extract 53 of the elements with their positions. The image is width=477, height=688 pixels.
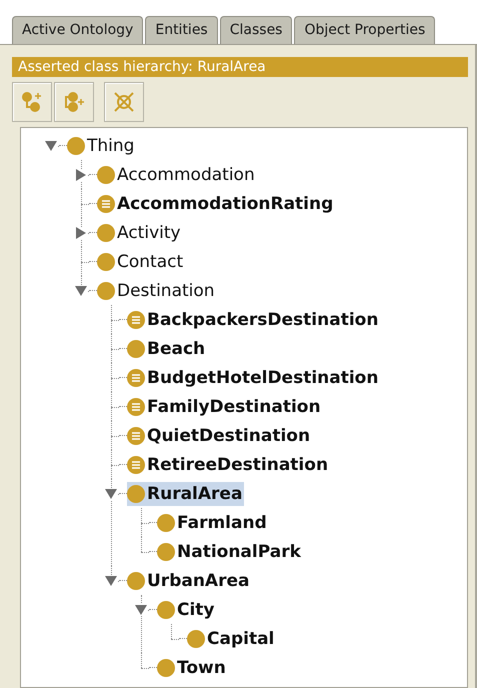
collapse-toggle[interactable] bbox=[135, 604, 147, 616]
class-icon bbox=[97, 282, 115, 300]
class-tree-item[interactable]: AccommodationRating bbox=[97, 192, 336, 216]
class-icon bbox=[187, 630, 205, 648]
class-icon bbox=[127, 484, 145, 502]
collapse-toggle[interactable] bbox=[105, 574, 117, 586]
expand-toggle[interactable] bbox=[75, 168, 87, 180]
class-tree-item[interactable]: NationalPark bbox=[157, 540, 303, 564]
equivalent-class-icon bbox=[127, 426, 145, 444]
equivalent-class-icon bbox=[127, 310, 145, 328]
class-icon bbox=[97, 252, 115, 270]
class-tree-item[interactable]: Contact bbox=[97, 250, 186, 274]
crossed-circle-icon bbox=[112, 90, 136, 114]
add-sibling-icon bbox=[62, 90, 86, 114]
class-tree-item[interactable]: Accommodation bbox=[97, 162, 257, 186]
tab[interactable]: Object Properties bbox=[294, 16, 436, 44]
view-title: Asserted class hierarchy: RuralArea bbox=[12, 57, 468, 77]
class-tree-item[interactable]: Destination bbox=[97, 278, 217, 302]
add-subclass-icon bbox=[20, 90, 44, 114]
equivalent-class-icon bbox=[127, 456, 145, 474]
class-tree-item[interactable]: BudgetHotelDestination bbox=[127, 366, 380, 390]
collapse-toggle[interactable] bbox=[105, 488, 117, 500]
class-icon bbox=[157, 514, 175, 532]
class-tree-item[interactable]: City bbox=[157, 598, 217, 622]
equivalent-class-icon bbox=[127, 398, 145, 416]
class-icon bbox=[157, 600, 175, 618]
equivalent-class-icon bbox=[97, 194, 115, 212]
class-tree-item[interactable]: QuietDestination bbox=[127, 424, 312, 448]
class-tree-item[interactable]: RetireeDestination bbox=[127, 452, 330, 476]
tab[interactable]: Active Ontology bbox=[12, 16, 144, 44]
tab[interactable]: Entities bbox=[145, 16, 218, 44]
class-icon bbox=[97, 166, 115, 184]
class-icon bbox=[157, 542, 175, 560]
class-tree-item[interactable]: RuralArea bbox=[127, 482, 244, 506]
expand-toggle[interactable] bbox=[75, 226, 87, 238]
class-tree-item[interactable]: FamilyDestination bbox=[127, 394, 323, 418]
class-tree-item[interactable]: Farmland bbox=[157, 510, 269, 534]
equivalent-class-icon bbox=[127, 368, 145, 386]
class-tree-item[interactable]: Town bbox=[157, 656, 228, 680]
class-icon bbox=[127, 340, 145, 358]
collapse-toggle[interactable] bbox=[45, 140, 57, 152]
class-icon bbox=[97, 224, 115, 242]
collapse-toggle[interactable] bbox=[75, 284, 87, 296]
tab[interactable]: Classes bbox=[220, 16, 292, 44]
class-icon bbox=[127, 572, 145, 590]
class-tree-item[interactable]: BackpackersDestination bbox=[127, 308, 380, 332]
class-icon bbox=[157, 658, 175, 676]
class-tree-item[interactable]: Thing bbox=[67, 134, 136, 158]
class-tree-item[interactable]: Beach bbox=[127, 336, 208, 360]
class-tree-item[interactable]: UrbanArea bbox=[127, 568, 252, 592]
class-tree-item[interactable]: Activity bbox=[97, 220, 183, 244]
class-icon bbox=[67, 136, 85, 154]
class-tree-item[interactable]: Capital bbox=[187, 626, 276, 650]
